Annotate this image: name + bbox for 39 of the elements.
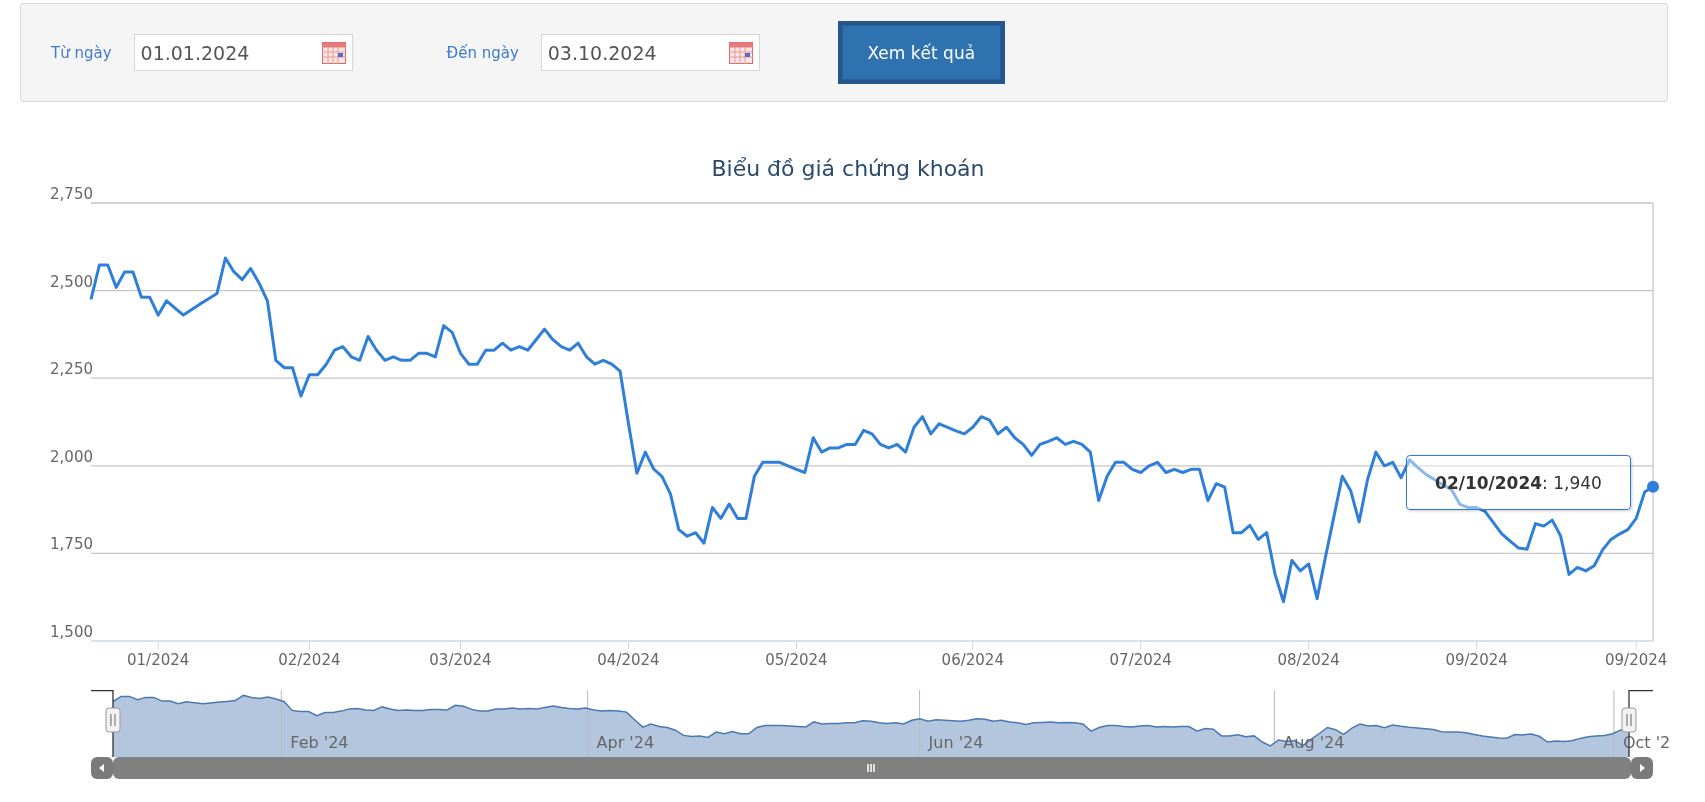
- date-input[interactable]: 01.01.2024: [140, 41, 291, 64]
- navigator-handle[interactable]: [105, 707, 121, 733]
- x-axis-label: 08/2024: [1277, 651, 1340, 669]
- chart-title: Biểu đồ giá chứng khoán: [711, 156, 985, 181]
- x-axis-label: 04/2024: [597, 651, 660, 669]
- y-axis-label: 2,250: [50, 360, 93, 379]
- date-input[interactable]: 03.10.2024: [547, 41, 698, 64]
- x-axis-label: 06/2024: [941, 651, 1004, 669]
- x-axis-label: 09/2024: [1605, 651, 1668, 669]
- x-axis-label: 07/2024: [1109, 651, 1172, 669]
- navigator-handle[interactable]: [1621, 707, 1637, 733]
- y-axis-label: 1,750: [50, 535, 93, 554]
- view-results-button[interactable]: Xem kết quả: [837, 21, 1005, 84]
- from-date-field[interactable]: 01.01.2024: [133, 34, 353, 71]
- y-axis-label: 1,500: [50, 623, 93, 641]
- left-arrow-icon: [99, 764, 104, 772]
- to-date-field[interactable]: 03.10.2024: [540, 34, 760, 71]
- scrollbar-right-button[interactable]: [1631, 757, 1653, 779]
- right-arrow-icon: [1640, 764, 1645, 772]
- x-axis-label: 09/2024: [1445, 651, 1508, 669]
- hover-marker: [1647, 480, 1659, 493]
- navigator-label: Jun '24: [928, 733, 984, 752]
- x-axis-label: 05/2024: [765, 651, 828, 669]
- y-axis-label: 2,000: [50, 447, 93, 466]
- calendar-icon[interactable]: [321, 41, 346, 64]
- y-axis-label: 2,750: [50, 185, 93, 203]
- navigator-label: Apr '24: [596, 733, 655, 752]
- navigator-label: Feb '24: [290, 733, 349, 752]
- to-date-label: Đến ngày: [446, 43, 519, 62]
- navigator-outline: [90, 690, 114, 758]
- x-axis-label: 01/2024: [127, 651, 190, 669]
- x-axis-label: 02/2024: [278, 651, 341, 669]
- x-axis-label: 03/2024: [429, 651, 492, 669]
- scrollbar-thumb[interactable]: [113, 757, 1631, 779]
- calendar-icon[interactable]: [728, 41, 753, 64]
- y-axis-label: 2,500: [50, 272, 93, 291]
- scrollbar-left-button[interactable]: [91, 757, 113, 779]
- from-date-label: Từ ngày: [51, 43, 112, 62]
- grip-icon: [867, 763, 875, 773]
